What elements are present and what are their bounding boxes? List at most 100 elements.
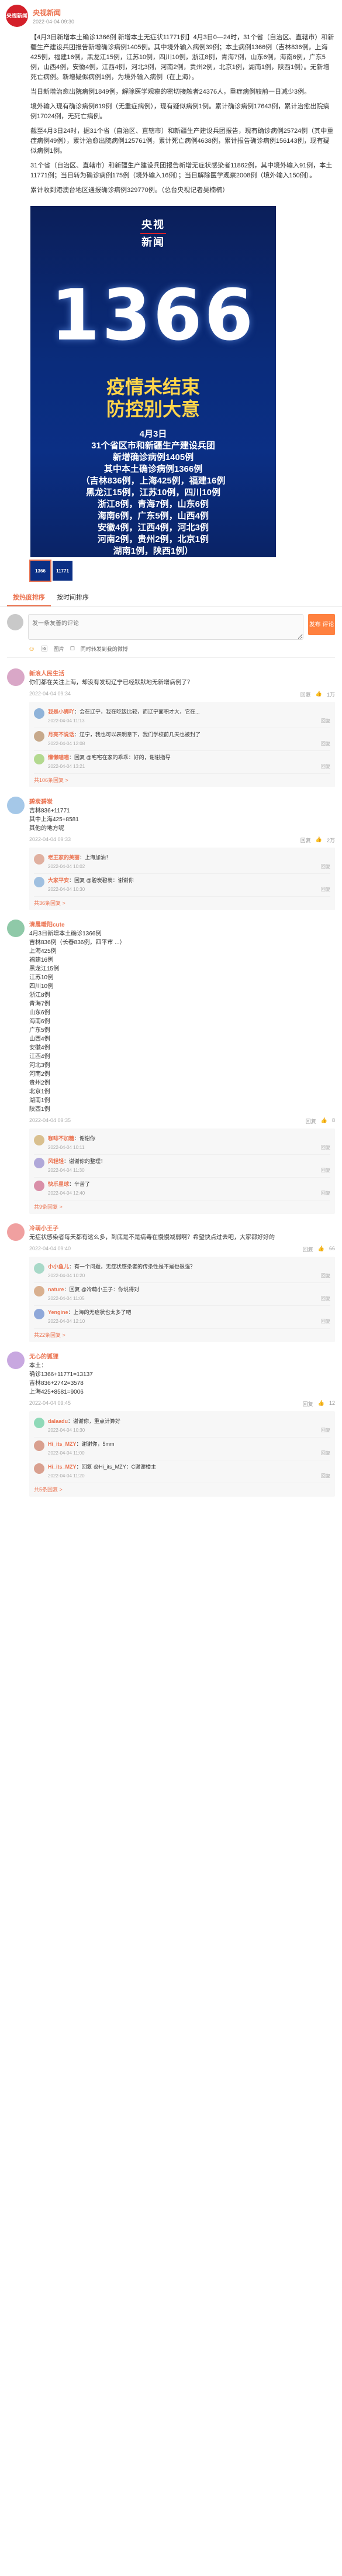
image-tool-label[interactable]: 图片 <box>54 645 64 653</box>
comment-meta: 2022-04-04 09:45 回复 👍 12 <box>29 1400 335 1408</box>
author-name[interactable]: 央视新闻 <box>33 8 74 18</box>
more-replies-link[interactable]: 共106条回复 > <box>34 774 330 784</box>
tab-sort-time[interactable]: 按时间排序 <box>51 589 95 606</box>
reply-reply-button[interactable]: 回复 <box>321 717 330 725</box>
reply-reply-button[interactable]: 回复 <box>321 1295 330 1302</box>
replier-avatar[interactable] <box>34 877 44 887</box>
replier-name[interactable]: 咖啡不加糖 <box>48 1136 74 1141</box>
replier-avatar[interactable] <box>34 1135 44 1145</box>
reply-reply-button[interactable]: 回复 <box>321 1449 330 1457</box>
forward-checkbox[interactable]: ☐ <box>70 646 75 652</box>
commenter-avatar[interactable] <box>7 797 25 814</box>
commenter-name[interactable]: 冷萌小王子 <box>29 1223 335 1232</box>
comment-text: 吉林836+11771 其中上海425+8581 其他的地方呢 <box>29 808 79 832</box>
more-replies-link[interactable]: 共9条回复 > <box>34 1200 330 1210</box>
reply-button[interactable]: 回复 <box>306 1117 316 1125</box>
reply-item: 风轻轻：谢谢你的整理！ 2022-04-04 11:30 回复 <box>34 1155 330 1178</box>
thumb-up-icon[interactable]: 👍 <box>316 691 322 698</box>
reply-reply-button[interactable]: 回复 <box>321 886 330 893</box>
reply-reply-button[interactable]: 回复 <box>321 1189 330 1197</box>
replier-name[interactable]: Hi_its_MZY <box>48 1464 77 1470</box>
reply-meta: 2022-04-04 10:11 回复 <box>48 1144 330 1151</box>
replier-name[interactable]: 月亮不说话 <box>48 732 74 738</box>
replier-avatar[interactable] <box>34 854 44 865</box>
replier-name[interactable]: Hi_its_MZY <box>48 1441 77 1447</box>
reply-button[interactable]: 回复 <box>300 836 311 844</box>
replier-avatar[interactable] <box>34 754 44 764</box>
replier-name[interactable]: 大家平安 <box>48 877 69 883</box>
replier-name[interactable]: dalaadu <box>48 1418 68 1424</box>
replier-name[interactable]: 快乐星球 <box>48 1181 69 1187</box>
commenter-avatar[interactable] <box>7 668 25 686</box>
replier-name[interactable]: 我是小狮吖 <box>48 709 74 715</box>
post-meta: 2022-04-04 09:30 <box>33 18 75 25</box>
replier-avatar[interactable] <box>34 731 44 742</box>
reply-text: ：上海加油！ <box>80 855 112 860</box>
thumbnail-2[interactable]: 11771 <box>53 561 72 581</box>
comment-input[interactable] <box>28 614 303 640</box>
reply-main: 风轻轻：谢谢你的整理！ 2022-04-04 11:30 回复 <box>48 1158 330 1174</box>
commenter-name[interactable]: 碧炭碧炭 <box>29 797 335 805</box>
post-poster-image[interactable]: 央视 新闻 1366 疫情未结束 防控别大意 4月3日 31个省区市和新疆生产建… <box>30 206 276 557</box>
reply-reply-button[interactable]: 回复 <box>321 1426 330 1434</box>
replier-name[interactable]: nature <box>48 1287 64 1292</box>
more-replies-link[interactable]: 共5条回复 > <box>34 1483 330 1493</box>
tab-sort-hot[interactable]: 按热度排序 <box>7 589 51 606</box>
replier-name[interactable]: 小小鱼儿 <box>48 1264 69 1270</box>
reply-item: Hi_its_MZY：谢谢你，5mm 2022-04-04 11:00 回复 <box>34 1438 330 1460</box>
replier-name[interactable]: 懒懒喵喵 <box>48 754 69 760</box>
more-replies-link[interactable]: 共36条回复 > <box>34 897 330 907</box>
commenter-avatar[interactable] <box>7 1352 25 1369</box>
author-block: 央视新闻 2022-04-04 09:30 <box>33 8 74 25</box>
thumb-up-icon[interactable]: 👍 <box>318 1400 324 1408</box>
reply-reply-button[interactable]: 回复 <box>321 1472 330 1480</box>
reply-list: 我是小狮吖：会在辽宁，我在吃饭比较，而辽宁面积才大，它在... 2022-04-… <box>29 702 335 787</box>
reply-reply-button[interactable]: 回复 <box>321 1167 330 1174</box>
reply-reply-button[interactable]: 回复 <box>321 740 330 747</box>
thumb-up-icon[interactable]: 👍 <box>318 1246 324 1253</box>
reply-reply-button[interactable]: 回复 <box>321 863 330 870</box>
commenter-name[interactable]: 清晨暖阳cute <box>29 920 335 928</box>
reply-reply-button[interactable]: 回复 <box>321 1272 330 1280</box>
reply-button[interactable]: 回复 <box>300 691 311 698</box>
author-avatar[interactable]: 央视新闻 <box>6 5 28 27</box>
publish-comment-button[interactable]: 发布 评论 <box>308 614 335 635</box>
commenter-avatar[interactable] <box>7 920 25 937</box>
reply-reply-button[interactable]: 回复 <box>321 1144 330 1151</box>
replier-avatar[interactable] <box>34 1263 44 1274</box>
poster-line: 31个省区市和新疆生产建设兵团 <box>91 441 215 451</box>
replier-avatar[interactable] <box>34 1158 44 1168</box>
post-paragraph: 累计收到港澳台地区通报确诊病例329770例。（总台央视记者吴楠楠） <box>30 187 229 194</box>
reply-reply-button[interactable]: 回复 <box>321 1318 330 1325</box>
replier-name[interactable]: 老王家的美丽 <box>48 855 80 860</box>
thumb-up-icon[interactable]: 👍 <box>316 836 322 844</box>
emoji-icon[interactable]: ☺ <box>28 644 35 653</box>
replier-avatar[interactable] <box>34 1440 44 1451</box>
commenter-name[interactable]: 新浪人民生活 <box>29 668 335 677</box>
replier-avatar[interactable] <box>34 1181 44 1191</box>
replier-avatar[interactable] <box>34 1309 44 1319</box>
commenter-name[interactable]: 无心的狐狸 <box>29 1352 335 1360</box>
like-count: 8 <box>331 1117 335 1123</box>
reply-main: 懒懒喵喵：回复 @宅宅在家的乖乖：好的，谢谢指导 2022-04-04 13:2… <box>48 754 330 770</box>
reply-button[interactable]: 回复 <box>303 1400 313 1408</box>
reply-main: Hi_its_MZY：回复 @Hi_its_MZY：C谢谢楼主 2022-04-… <box>48 1463 330 1480</box>
reply-time: 2022-04-04 12:10 <box>48 1319 85 1324</box>
reply-main: Hi_its_MZY：谢谢你，5mm 2022-04-04 11:00 回复 <box>48 1440 330 1457</box>
reply-reply-button[interactable]: 回复 <box>321 763 330 770</box>
replier-avatar[interactable] <box>34 1286 44 1296</box>
reply-meta: 2022-04-04 13:21 回复 <box>48 763 330 770</box>
replier-avatar[interactable] <box>34 1418 44 1428</box>
image-icon[interactable]: 🖼 <box>41 646 47 652</box>
replier-avatar[interactable] <box>34 1463 44 1474</box>
replier-name[interactable]: 风轻轻 <box>48 1158 64 1164</box>
replier-avatar[interactable] <box>34 708 44 719</box>
more-replies-link[interactable]: 共22条回复 > <box>34 1329 330 1339</box>
thumbnail-1[interactable]: 1366 <box>29 560 51 582</box>
commenter-avatar[interactable] <box>7 1223 25 1241</box>
reply-button[interactable]: 回复 <box>303 1246 313 1253</box>
forward-label: 同时转发到我的微博 <box>80 646 128 652</box>
thumb-up-icon[interactable]: 👍 <box>321 1117 327 1125</box>
replier-name[interactable]: Yengine <box>48 1309 68 1315</box>
post-paragraph: 截至4月3日24时，据31个省（自治区、直辖市）和新疆生产建设兵团报告，现有确诊… <box>30 128 334 155</box>
